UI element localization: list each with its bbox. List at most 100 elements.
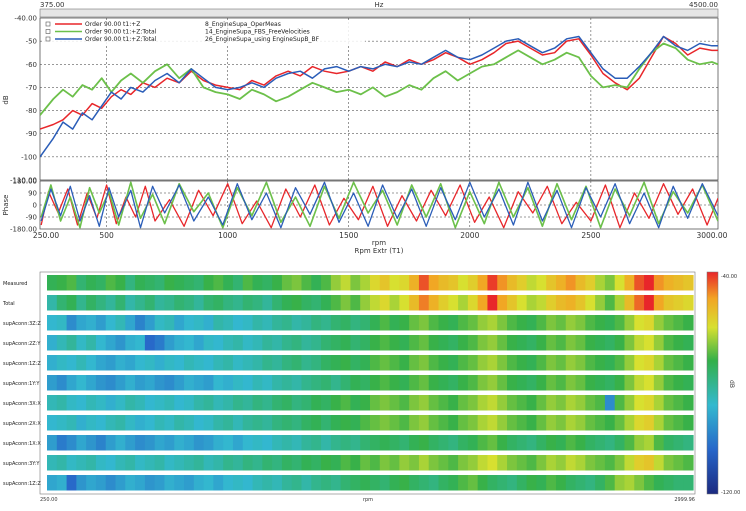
heatmap-cell xyxy=(555,375,567,391)
heatmap-cell xyxy=(321,455,332,471)
heatmap-cell xyxy=(144,415,156,431)
heatmap-cell xyxy=(340,275,352,291)
heatmap-cell xyxy=(115,375,126,391)
heatmap-cell xyxy=(555,315,567,331)
heatmap-cell xyxy=(389,375,400,391)
heatmap-cell xyxy=(448,315,459,331)
heatmap-cell xyxy=(56,335,68,351)
heatmap-cell xyxy=(497,375,508,391)
heatmap-cell xyxy=(526,295,537,311)
heatmap-cell xyxy=(262,335,273,351)
heatmap-cell xyxy=(105,315,117,331)
heatmap-cell xyxy=(614,415,626,431)
heatmap-cell xyxy=(203,455,214,471)
heatmap-cell xyxy=(164,435,175,451)
heatmap-row xyxy=(47,275,694,291)
magnitude-y-tick-label: -100 xyxy=(21,153,37,161)
heatmap-cell xyxy=(409,415,420,431)
heatmap-cell xyxy=(115,415,126,431)
heatmap-cell xyxy=(281,275,293,291)
heatmap-cell xyxy=(223,395,234,411)
heatmap-cell xyxy=(653,275,665,291)
heatmap-cell xyxy=(673,475,684,491)
heatmap-cell xyxy=(507,335,518,351)
heatmap-cell xyxy=(536,395,547,411)
heatmap-cell xyxy=(232,455,244,471)
heatmap-cell xyxy=(438,435,449,451)
heatmap-cell xyxy=(105,395,117,411)
heatmap-cell xyxy=(125,375,136,391)
heatmap-cell xyxy=(213,395,224,411)
heatmap-cell xyxy=(379,295,391,311)
heatmap-cell xyxy=(526,355,537,371)
heatmap-cell xyxy=(174,315,185,331)
colorbar-max: -40.00 xyxy=(721,274,737,280)
heatmap-cell xyxy=(56,395,68,411)
heatmap-cell xyxy=(311,455,322,471)
heatmap-cell xyxy=(614,355,626,371)
heatmap-cell xyxy=(477,475,489,491)
heatmap-cell xyxy=(301,295,312,311)
heatmap-cell xyxy=(663,415,675,431)
heatmap-cell xyxy=(184,315,195,331)
heatmap-cell xyxy=(673,355,684,371)
heatmap-cell xyxy=(86,295,97,311)
heatmap-cell xyxy=(56,455,68,471)
heatmap-cell xyxy=(125,275,136,291)
heatmap-cell xyxy=(536,335,547,351)
heatmap-cell xyxy=(585,315,596,331)
heatmap-cell xyxy=(272,335,283,351)
heatmap-cell xyxy=(213,335,224,351)
heatmap-cell xyxy=(56,475,68,491)
heatmap-cell xyxy=(418,295,430,311)
heatmap-cell xyxy=(477,275,489,291)
heatmap-cell xyxy=(477,455,489,471)
heatmap-cell xyxy=(350,435,361,451)
heatmap-cell xyxy=(350,295,361,311)
heatmap-cell xyxy=(86,455,97,471)
heatmap-cell xyxy=(634,355,645,371)
top-axis-bar xyxy=(39,8,719,18)
legend: Order 90.00 t1:+Z 8_EngineSupa_OperMeas Or… xyxy=(43,20,365,46)
heatmap-cell xyxy=(595,415,606,431)
heatmap-cell xyxy=(683,395,694,411)
heatmap-cell xyxy=(389,315,400,331)
heatmap-cell xyxy=(389,275,400,291)
heatmap-cell xyxy=(673,435,684,451)
heatmap-cell xyxy=(624,275,635,291)
heatmap-cell xyxy=(174,355,185,371)
heatmap-cell xyxy=(546,455,557,471)
heatmap-cell xyxy=(95,395,107,411)
heatmap-cell xyxy=(399,455,410,471)
heatmap-cell xyxy=(125,415,136,431)
heatmap-cell xyxy=(575,375,586,391)
top-axis-min: 375.00 xyxy=(40,1,65,9)
top-axis-max: 4500.00 xyxy=(689,1,718,9)
heatmap-cell xyxy=(223,415,234,431)
heatmap-cell xyxy=(467,295,479,311)
heatmap-cell xyxy=(272,355,283,371)
heatmap-cell xyxy=(135,455,146,471)
heatmap-cell xyxy=(135,395,146,411)
heatmap-cell xyxy=(467,355,479,371)
heatmap-cell xyxy=(340,395,352,411)
heatmap-cell xyxy=(585,475,596,491)
heatmap-cell xyxy=(154,435,166,451)
heatmap-cell xyxy=(653,415,665,431)
heatmap-cell xyxy=(311,295,322,311)
heatmap-cell xyxy=(144,355,156,371)
heatmap-cell xyxy=(291,395,303,411)
heatmap-cell xyxy=(213,295,224,311)
heatmap-cell xyxy=(272,275,283,291)
heatmap-cell xyxy=(409,315,420,331)
heatmap-cell xyxy=(604,335,616,351)
heatmap-cell xyxy=(585,415,596,431)
heatmap-cell xyxy=(291,335,303,351)
legend-series-description: 8_EngineSupa_OperMeas xyxy=(205,21,281,28)
heatmap-cell xyxy=(585,355,596,371)
heatmap-cell xyxy=(624,355,635,371)
heatmap-cell xyxy=(555,395,567,411)
heatmap-cell xyxy=(536,355,547,371)
heatmap-cell xyxy=(360,395,371,411)
heatmap-cell xyxy=(565,275,577,291)
